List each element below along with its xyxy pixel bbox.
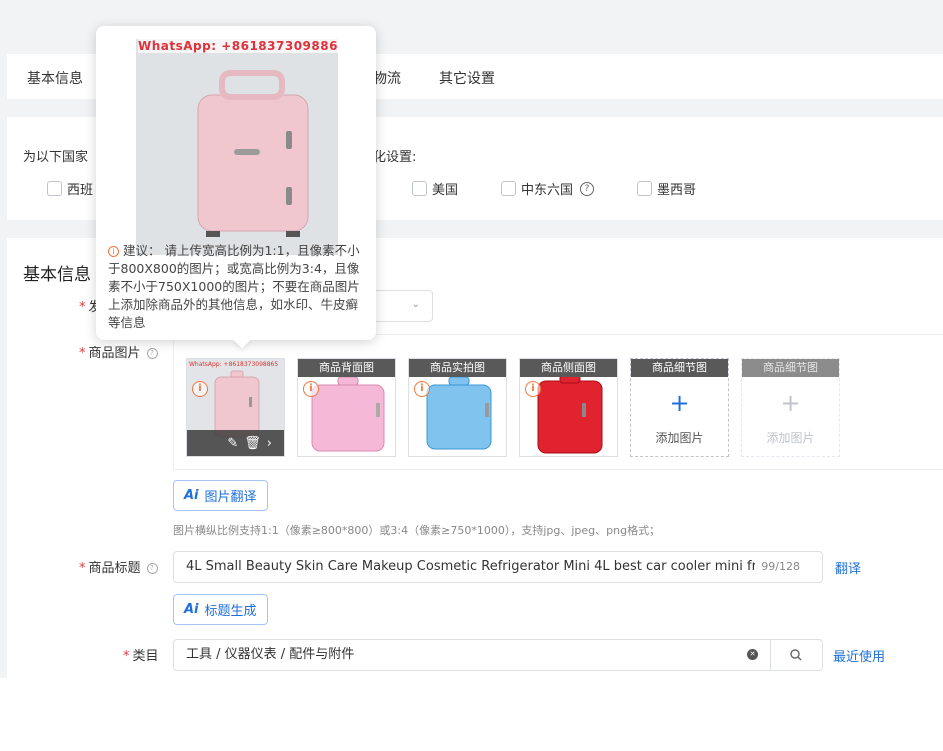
- warning-icon: i: [525, 381, 541, 397]
- field-label: 类目: [132, 649, 159, 664]
- required-mark: *: [79, 346, 86, 361]
- image-slot-detail-disabled: 商品细节图 + 添加图片: [741, 358, 840, 457]
- image-preview-popover: WhatsApp: +8618373098865 i 建议： 请上传宽高比例为1:…: [96, 26, 376, 340]
- images-label: * 商品图片?: [79, 342, 158, 361]
- slot-title: 商品细节图: [631, 359, 728, 377]
- recent-used-link[interactable]: 最近使用: [833, 646, 885, 665]
- image-slot-main[interactable]: WhatsApp: +8618373098865 i ✎ 🗑 ›: [186, 358, 285, 457]
- tip-text: 建议： 请上传宽高比例为1:1，且像素不小于800X800的图片；或宽高比例为3…: [108, 243, 360, 330]
- slot-title: 商品实拍图: [409, 359, 506, 377]
- clear-icon[interactable]: ✕: [747, 649, 758, 660]
- image-slot-actual[interactable]: 商品实拍图 i: [408, 358, 507, 457]
- char-counter: 99/128: [755, 552, 800, 582]
- slot-title: 商品侧面图: [520, 359, 617, 377]
- country-checkbox-middle-east[interactable]: 中东六国 ?: [501, 179, 595, 198]
- info-icon: i: [108, 246, 119, 257]
- slot-title: 商品细节图: [742, 359, 839, 377]
- category-search-button[interactable]: [771, 639, 823, 671]
- fridge-preview: [136, 39, 338, 255]
- button-label: 图片翻译: [204, 490, 257, 505]
- watermark-text: WhatsApp: +8618373098865: [189, 361, 279, 368]
- country-checkbox-spain[interactable]: 西班: [47, 179, 93, 198]
- required-mark: *: [123, 649, 130, 664]
- country-checkbox-usa[interactable]: 美国: [412, 179, 458, 198]
- slot-toolbar: ✎ 🗑 ›: [187, 430, 284, 456]
- translate-link[interactable]: 翻译: [835, 558, 861, 577]
- title-label: * 商品标题?: [79, 557, 158, 576]
- checkbox-label: 墨西哥: [657, 183, 697, 198]
- delete-icon[interactable]: 🗑: [244, 436, 261, 451]
- country-settings-lead: 为以下国家: [23, 150, 89, 165]
- image-slot-side[interactable]: 商品侧面图 i: [519, 358, 618, 457]
- help-icon[interactable]: ?: [146, 563, 158, 574]
- watermark-text: WhatsApp: +8618373098865: [138, 39, 338, 53]
- checkbox-box[interactable]: [501, 181, 516, 196]
- required-mark: *: [79, 561, 86, 576]
- plus-icon: +: [669, 389, 690, 417]
- add-image-text: 添加图片: [766, 431, 815, 445]
- image-format-hint: 图片横纵比例支持1:1（像素≥800*800）或3:4（像素≥750*1000）…: [173, 524, 661, 537]
- category-label: * 类目: [123, 645, 159, 664]
- chevron-right-icon[interactable]: ›: [267, 436, 272, 451]
- add-image-text: 添加图片: [655, 431, 704, 445]
- title-input[interactable]: 4L Small Beauty Skin Care Makeup Cosmeti…: [173, 551, 823, 583]
- required-mark: *: [79, 300, 86, 315]
- ai-icon: Ai: [184, 602, 199, 617]
- slot-title: 商品背面图: [298, 359, 395, 377]
- country-checkbox-mexico[interactable]: 墨西哥: [637, 179, 696, 198]
- section-title: 基本信息: [23, 265, 91, 285]
- warning-icon: i: [414, 381, 430, 397]
- checkbox-label: 西班: [67, 183, 94, 198]
- image-slot-detail-add[interactable]: 商品细节图 + 添加图片: [630, 358, 729, 457]
- country-settings-tail: 化设置:: [373, 150, 417, 165]
- checkbox-box[interactable]: [412, 181, 427, 196]
- search-icon: [790, 649, 802, 661]
- ai-icon: Ai: [184, 488, 199, 503]
- ai-title-generate-button[interactable]: Ai 标题生成: [173, 594, 268, 625]
- checkbox-box[interactable]: [47, 181, 62, 196]
- category-input[interactable]: 工具 / 仪器仪表 / 配件与附件: [173, 639, 771, 671]
- plus-icon: +: [780, 389, 801, 417]
- ai-image-translate-button[interactable]: Ai 图片翻译: [173, 480, 268, 511]
- footer-area: [0, 678, 943, 751]
- field-label: 商品标题: [88, 561, 141, 576]
- category-value: 工具 / 仪器仪表 / 配件与附件: [186, 647, 355, 662]
- image-slot-back[interactable]: 商品背面图 i: [297, 358, 396, 457]
- warning-icon: i: [303, 381, 319, 397]
- tab-other-settings[interactable]: 其它设置: [439, 68, 495, 88]
- checkbox-label: 中东六国: [521, 183, 574, 198]
- help-icon[interactable]: ?: [146, 348, 158, 359]
- image-tip: i 建议： 请上传宽高比例为1:1，且像素不小于800X800的图片；或宽高比例为…: [108, 242, 368, 332]
- tab-logistics[interactable]: 物流: [373, 68, 401, 88]
- button-label: 标题生成: [204, 604, 257, 619]
- tab-basic-info[interactable]: 基本信息: [27, 68, 83, 88]
- question-icon[interactable]: ?: [580, 181, 595, 196]
- title-value: 4L Small Beauty Skin Care Makeup Cosmeti…: [186, 559, 786, 574]
- preview-image: WhatsApp: +8618373098865: [136, 39, 338, 255]
- checkbox-box[interactable]: [637, 181, 652, 196]
- field-label: 商品图片: [88, 346, 141, 361]
- edit-icon[interactable]: ✎: [227, 436, 238, 451]
- chevron-down-icon: ⌄: [411, 299, 420, 310]
- checkbox-label: 美国: [432, 183, 459, 198]
- warning-icon: i: [192, 381, 208, 397]
